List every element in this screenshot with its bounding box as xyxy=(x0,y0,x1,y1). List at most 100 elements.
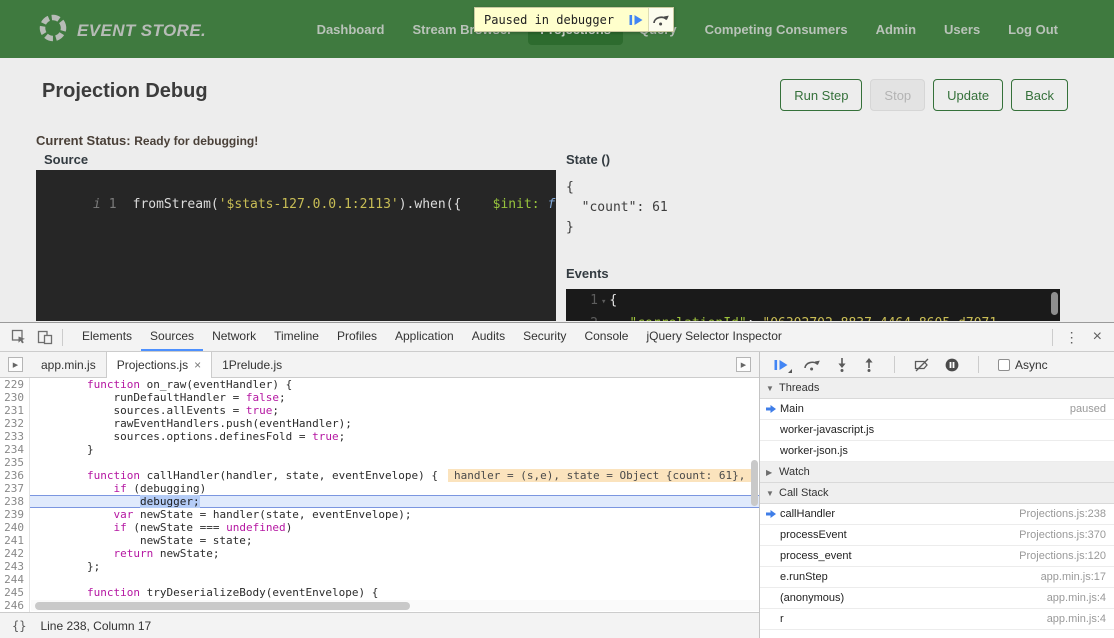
sidebar-row[interactable]: callHandler Projections.js:238 xyxy=(760,504,1114,525)
source-line-1: i1fromStream('$stats-127.0.0.1:2113').wh… xyxy=(36,170,556,235)
devtools-tab[interactable]: Security xyxy=(514,323,575,351)
sidebar-section: ▼ Call Stack callH xyxy=(760,483,1114,630)
sidebar-row[interactable]: processEvent Projections.js:370 xyxy=(760,525,1114,546)
file-tab[interactable]: app.min.js xyxy=(31,352,106,378)
line-number-gutter[interactable]: 242 xyxy=(0,547,30,560)
event-store-logo[interactable]: EVENT STORE. xyxy=(38,13,206,48)
line-number-gutter[interactable]: 232 xyxy=(0,417,30,430)
sidebar-row[interactable]: Main paused xyxy=(760,399,1114,420)
stop-button[interactable]: Stop xyxy=(870,79,925,111)
close-tab-icon[interactable]: × xyxy=(194,358,201,372)
line-number-gutter[interactable]: 237 xyxy=(0,482,30,495)
file-tab-bar: ▶ app.min.js Projections.js× 1Prelude.js… xyxy=(0,352,759,378)
devtools-tab[interactable]: Timeline xyxy=(265,323,328,351)
toolbar-separator xyxy=(1052,329,1053,346)
devtools-tab[interactable]: Application xyxy=(386,323,463,351)
step-over-icon[interactable] xyxy=(803,358,821,371)
devtools-toolbar: Elements Sources Network Timeline Profil… xyxy=(0,323,1114,352)
events-scrollbar-thumb[interactable] xyxy=(1051,292,1058,315)
line-number-gutter[interactable]: 238 xyxy=(0,495,30,508)
pause-on-exceptions-icon[interactable] xyxy=(945,358,959,372)
devtools-tab[interactable]: Console xyxy=(575,323,637,351)
code-text: runDefaultHandler = false; xyxy=(34,391,286,404)
info-marker-icon: i xyxy=(93,197,101,212)
line-number-gutter[interactable]: 240 xyxy=(0,521,30,534)
devtools-tab[interactable]: Audits xyxy=(463,323,514,351)
sidebar-row[interactable]: worker-json.js xyxy=(760,441,1114,462)
devtools-tab[interactable]: jQuery Selector Inspector xyxy=(637,323,790,351)
line-number-gutter[interactable]: 231 xyxy=(0,404,30,417)
events-editor[interactable]: 1▾{ 2 "correlationId": "06302702-8837-44… xyxy=(566,289,1060,321)
line-number-gutter[interactable]: 233 xyxy=(0,430,30,443)
devtools-menu-icon[interactable]: ⋮ xyxy=(1057,329,1087,346)
more-tabs-icon[interactable]: ▶ xyxy=(736,357,751,372)
show-navigator-icon[interactable]: ▶ xyxy=(8,357,23,372)
line-number-gutter[interactable]: 234 xyxy=(0,443,30,456)
devtools-tab[interactable]: Profiles xyxy=(328,323,386,351)
line-number-gutter[interactable]: 236 xyxy=(0,469,30,482)
devtools-tab[interactable]: Sources xyxy=(141,323,203,351)
update-button[interactable]: Update xyxy=(933,79,1003,111)
resume-script-icon[interactable] xyxy=(623,8,648,31)
step-over-icon[interactable] xyxy=(648,8,673,31)
step-into-icon[interactable] xyxy=(836,358,848,372)
resume-script-icon[interactable] xyxy=(774,359,788,371)
run-step-button[interactable]: Run Step xyxy=(780,79,862,111)
nav-item[interactable]: Dashboard xyxy=(305,14,397,45)
nav-item[interactable]: Competing Consumers xyxy=(693,14,860,45)
devtools-close-icon[interactable]: × xyxy=(1087,328,1108,346)
file-tab[interactable]: Projections.js× xyxy=(106,352,212,378)
row-label: processEvent xyxy=(780,529,1011,541)
devtools-tab[interactable]: Elements xyxy=(73,323,141,351)
file-tab[interactable]: 1Prelude.js xyxy=(212,352,292,378)
section-header[interactable]: ▼ Threads xyxy=(760,378,1114,399)
row-location: Projections.js:370 xyxy=(1019,529,1106,541)
line-number-gutter[interactable]: 246 xyxy=(0,599,30,612)
source-code-editor[interactable]: i1fromStream('$stats-127.0.0.1:2113').wh… xyxy=(36,170,556,321)
devtools-tabs: Elements Sources Network Timeline Profil… xyxy=(73,323,791,351)
pretty-print-icon[interactable]: {} xyxy=(12,619,26,633)
code-line: 231 sources.allEvents = true; xyxy=(0,404,759,417)
line-number-gutter[interactable]: 245 xyxy=(0,586,30,599)
code-text: newState = state; xyxy=(34,534,253,547)
horizontal-scrollbar[interactable] xyxy=(31,600,759,611)
sidebar-row[interactable]: r app.min.js:4 xyxy=(760,609,1114,630)
brand-text: EVENT STORE. xyxy=(77,21,206,41)
section-header[interactable]: ▼ Call Stack xyxy=(760,483,1114,504)
line-number-gutter[interactable]: 230 xyxy=(0,391,30,404)
back-button[interactable]: Back xyxy=(1011,79,1068,111)
code-line: 233 sources.options.definesFold = true; xyxy=(0,430,759,443)
code-text: } xyxy=(34,443,94,456)
code-line: 244 xyxy=(0,573,759,586)
line-number-gutter[interactable]: 243 xyxy=(0,560,30,573)
code-line: 235 xyxy=(0,456,759,469)
paused-banner-text: Paused in debugger xyxy=(475,13,623,27)
line-number-gutter[interactable]: 241 xyxy=(0,534,30,547)
async-checkbox[interactable] xyxy=(998,359,1010,371)
sidebar-row[interactable]: process_event Projections.js:120 xyxy=(760,546,1114,567)
code-line: 242 return newState; xyxy=(0,547,759,560)
sidebar-row[interactable]: e.runStep app.min.js:17 xyxy=(760,567,1114,588)
code-text: sources.options.definesFold = true; xyxy=(34,430,345,443)
device-toolbar-icon[interactable] xyxy=(32,323,58,351)
step-out-icon[interactable] xyxy=(863,358,875,372)
vertical-scrollbar-thumb[interactable] xyxy=(751,460,758,506)
line-number-gutter[interactable]: 239 xyxy=(0,508,30,521)
horizontal-scrollbar-thumb[interactable] xyxy=(35,602,410,610)
line-number-gutter[interactable]: 229 xyxy=(0,378,30,391)
line-number-gutter[interactable]: 244 xyxy=(0,573,30,586)
nav-item[interactable]: Log Out xyxy=(996,14,1070,45)
line-number-gutter[interactable]: 235 xyxy=(0,456,30,469)
fold-arrow-icon[interactable]: ▾ xyxy=(598,297,609,307)
sidebar-row[interactable]: (anonymous) app.min.js:4 xyxy=(760,588,1114,609)
code-editor[interactable]: 229 function on_raw(eventHandler) { 230 … xyxy=(0,378,759,612)
events-json-value: "06302702-8837-4464-8605-d7071 xyxy=(762,316,997,321)
inspect-element-icon[interactable] xyxy=(6,323,32,351)
sidebar-row[interactable]: worker-javascript.js xyxy=(760,420,1114,441)
devtools-tab[interactable]: Network xyxy=(203,323,265,351)
section-header[interactable]: ▶ Watch xyxy=(760,462,1114,483)
nav-item[interactable]: Admin xyxy=(864,14,928,45)
nav-item[interactable]: Users xyxy=(932,14,992,45)
row-location: app.min.js:4 xyxy=(1047,592,1106,604)
deactivate-breakpoints-icon[interactable] xyxy=(914,358,930,372)
